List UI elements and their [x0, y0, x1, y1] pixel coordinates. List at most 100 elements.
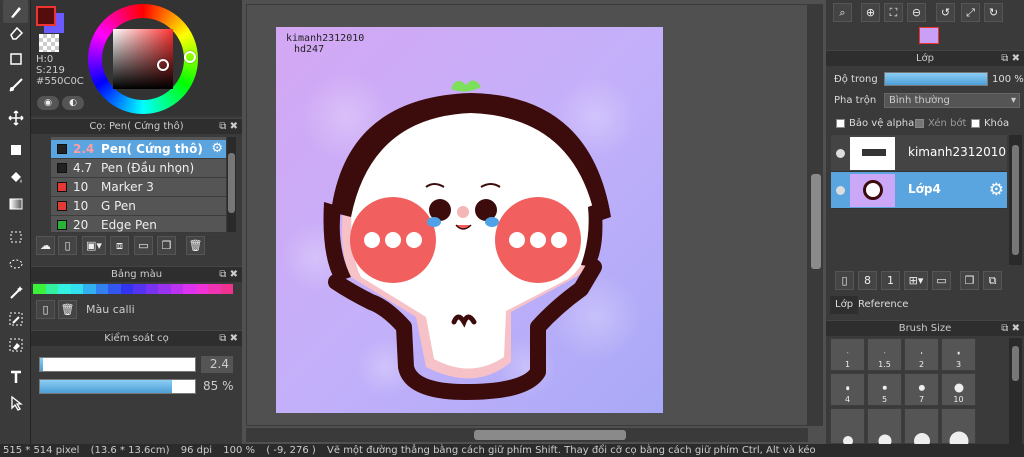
color-slider-button[interactable]: ◐	[62, 96, 84, 110]
sv-marker[interactable]	[157, 59, 169, 71]
brush-list-scrollbar[interactable]	[227, 137, 236, 232]
line-tool-icon[interactable]	[3, 73, 28, 96]
palette-swatch[interactable]	[133, 284, 146, 294]
cloud-brush-icon[interactable]: ☁	[36, 236, 55, 255]
panel-controls-icon[interactable]: ⧉ ✖	[219, 331, 238, 347]
gear-icon[interactable]: ⚙	[211, 141, 223, 156]
new-1bit-layer-icon[interactable]: 1	[881, 271, 900, 290]
eraser-tool-icon[interactable]	[3, 21, 28, 44]
navigator-thumbnail[interactable]	[919, 27, 939, 44]
zoom-out-icon[interactable]: ⊖	[907, 3, 926, 22]
palette-swatch[interactable]	[170, 284, 183, 294]
move-tool-icon[interactable]	[3, 106, 28, 129]
brush-size-cell[interactable]: 10	[941, 373, 976, 406]
tab-reference[interactable]: Reference	[853, 296, 913, 314]
brush-item-marker-3[interactable]: 10 Marker 3	[51, 178, 226, 197]
canvas-horizontal-thumb[interactable]	[474, 430, 626, 440]
color-mode-button[interactable]: ◉	[37, 96, 59, 110]
brush-size-value[interactable]: 2.4	[201, 356, 233, 373]
add-layer-menu-icon[interactable]: ⊞▾	[904, 271, 928, 290]
select-eraser-tool-icon[interactable]	[3, 333, 28, 356]
lock-checkbox[interactable]	[971, 119, 980, 128]
canvas-vertical-thumb[interactable]	[811, 174, 821, 269]
operation-tool-icon[interactable]	[3, 391, 28, 414]
transparent-color-swatch[interactable]	[39, 34, 59, 52]
brush-size-cell[interactable]: 5	[867, 373, 902, 406]
magic-wand-tool-icon[interactable]	[3, 280, 28, 303]
eye-icon[interactable]	[836, 186, 845, 195]
color-wheel[interactable]	[88, 4, 198, 114]
palette-swatch[interactable]	[45, 284, 58, 294]
brush-size-cell[interactable]	[904, 408, 939, 450]
brush-item-g-pen[interactable]: 10 G Pen	[51, 197, 226, 216]
panel-controls-icon[interactable]: ⧉ ✖	[219, 267, 238, 283]
bucket-tool-icon[interactable]	[3, 166, 28, 189]
palette-swatch[interactable]	[108, 284, 121, 294]
brush-size-cell[interactable]: 4	[830, 373, 865, 406]
layer-opacity-slider[interactable]	[884, 72, 988, 86]
panel-controls-icon[interactable]: ⧉ ✖	[1001, 51, 1020, 67]
folder-icon[interactable]: ▭	[932, 271, 951, 290]
palette-swatch[interactable]	[83, 284, 96, 294]
palette-swatch[interactable]	[145, 284, 158, 294]
brush-size-cell[interactable]	[867, 408, 902, 448]
brush-size-cell[interactable]: 7	[904, 373, 939, 406]
foreground-color-swatch[interactable]	[36, 6, 56, 26]
brush-item-pen-cung-tho[interactable]: 2.4 Pen( Cứng thô) ⚙	[51, 140, 226, 159]
text-tool-icon[interactable]	[3, 365, 28, 388]
merge-layer-icon[interactable]: ⧉	[983, 271, 1002, 290]
brush-size-cell[interactable]: 2	[904, 338, 939, 371]
canvas-horizontal-scrollbar[interactable]	[246, 428, 808, 442]
select-pen-tool-icon[interactable]	[3, 307, 28, 330]
brush-size-cell[interactable]: 1	[830, 338, 865, 371]
new-palette-icon[interactable]: ▯	[36, 300, 55, 319]
brush-tool-icon[interactable]	[3, 0, 28, 23]
brush-size-cell[interactable]: 1.5	[867, 338, 902, 371]
layer-list-scrollbar[interactable]	[1009, 135, 1022, 265]
clipping-checkbox[interactable]	[915, 119, 924, 128]
new-layer-icon[interactable]: ▯	[835, 271, 854, 290]
duplicate-brush-icon[interactable]: ⧈	[110, 236, 129, 255]
zoom-fit-icon[interactable]: ⌕	[833, 3, 852, 22]
layer-list-scroll-thumb[interactable]	[1012, 145, 1019, 255]
trash-icon[interactable]: 🗑	[186, 236, 205, 255]
palette-swatch[interactable]	[158, 284, 171, 294]
panel-controls-icon[interactable]: ⧉ ✖	[219, 119, 238, 135]
new-8bit-layer-icon[interactable]: 8	[858, 271, 877, 290]
palette-swatch[interactable]	[120, 284, 133, 294]
panel-controls-icon[interactable]: ⧉ ✖	[1001, 321, 1020, 337]
brush-size-cell[interactable]	[830, 408, 865, 447]
copy-icon[interactable]: ❐	[157, 236, 176, 255]
new-brush-icon[interactable]: ▯	[58, 236, 77, 255]
trash-icon[interactable]: 🗑	[58, 300, 77, 319]
fit-window-icon[interactable]: ⛶	[884, 3, 903, 22]
palette-swatch[interactable]	[95, 284, 108, 294]
artboard[interactable]: kimanh2312010 hd247	[276, 27, 663, 413]
protect-alpha-checkbox[interactable]	[836, 119, 845, 128]
brush-size-cell[interactable]: 3	[941, 338, 976, 371]
brush-size-cell[interactable]	[941, 408, 976, 451]
zoom-in-icon[interactable]: ⊕	[861, 3, 880, 22]
palette-swatch[interactable]	[195, 284, 208, 294]
rectangle-tool-icon[interactable]	[3, 47, 28, 70]
blend-mode-select[interactable]: Bình thường ▾	[884, 93, 1020, 108]
layer-item-kimanh[interactable]: kimanh2312010	[831, 135, 1007, 172]
brush-size-scroll-thumb[interactable]	[1012, 346, 1019, 381]
gradient-tool-icon[interactable]	[3, 192, 28, 215]
eye-icon[interactable]	[836, 149, 845, 158]
brush-item-edge-pen[interactable]: 20 Edge Pen	[51, 216, 226, 235]
palette-swatch[interactable]	[183, 284, 196, 294]
gear-icon[interactable]: ⚙	[989, 180, 1004, 200]
brush-opacity-slider[interactable]	[39, 379, 196, 394]
duplicate-layer-icon[interactable]: ❐	[960, 271, 979, 290]
palette-swatch[interactable]	[33, 284, 46, 294]
fill-rect-tool-icon[interactable]	[3, 138, 28, 161]
brush-size-slider[interactable]	[39, 357, 196, 372]
brush-list-scroll-thumb[interactable]	[228, 153, 235, 213]
fullscreen-icon[interactable]: ⤢	[961, 3, 980, 22]
rotate-right-icon[interactable]: ↻	[984, 3, 1003, 22]
palette-swatch[interactable]	[208, 284, 221, 294]
folder-icon[interactable]: ▭	[134, 236, 153, 255]
canvas-area[interactable]: kimanh2312010 hd247	[242, 0, 826, 444]
canvas-vertical-scrollbar[interactable]	[808, 4, 823, 426]
